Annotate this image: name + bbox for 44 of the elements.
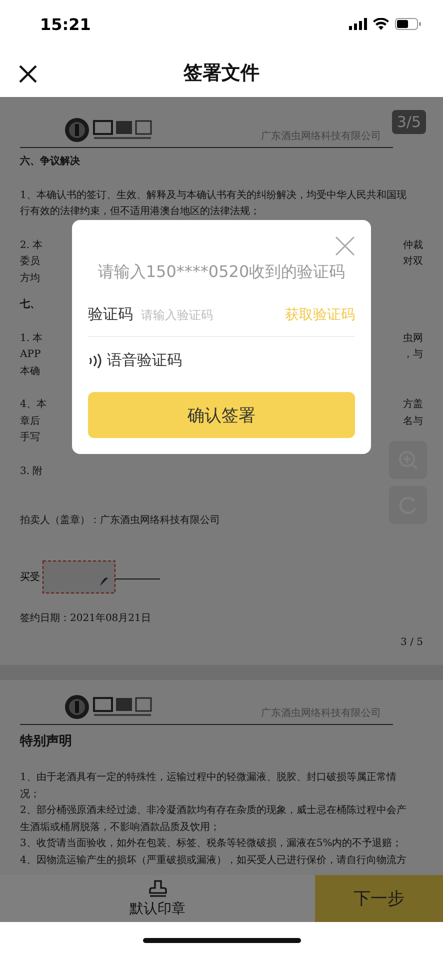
page-title: 签署文件 — [184, 60, 260, 86]
document-text: 章后 — [20, 414, 40, 428]
document-text: 虫网 — [403, 332, 423, 346]
stamp-icon — [148, 879, 168, 899]
document-text: 3. 附 — [20, 464, 43, 478]
document-text: 2、部分桶强原酒未经过滤、非冷凝酒款均有存在杂质的现象，威士忌在桶陈过程中会产 — [20, 804, 406, 818]
document-text: 方盖 — [403, 398, 423, 412]
document-text: 1、本确认书的签订、生效、解释及与本确认书有关的纠纷解决，均受中华人民共和国现 — [20, 188, 406, 202]
document-text: 3、收货请当面验收，如外在包装、标签、税条等轻微破损，漏液在5%内的不予退赔； — [20, 836, 402, 851]
confirm-sign-button[interactable]: 确认签署 — [88, 392, 355, 438]
signal-icon — [349, 18, 367, 30]
document-text: 方均 — [20, 272, 40, 286]
sound-icon — [88, 352, 102, 368]
document-text: APP — [20, 348, 41, 362]
battery-icon — [395, 18, 421, 30]
wifi-icon — [373, 18, 389, 30]
document-text: 委员 — [20, 254, 40, 269]
document-text: 对双 — [403, 254, 423, 269]
voice-code-button[interactable]: 语音验证码 — [88, 351, 182, 370]
document-text: 手写 — [20, 430, 40, 445]
document-text: 名与 — [403, 414, 423, 428]
document-text: 2. 本 — [20, 238, 43, 252]
section-heading: 七、 — [20, 298, 40, 312]
document-text: 生酒垢或桶屑脱落，不影响酒款品质及饮用； — [20, 820, 220, 834]
section-heading: 特别声明 — [20, 733, 72, 751]
document-text: 本确 — [20, 364, 40, 378]
document-text: 4、本 — [20, 398, 46, 412]
document-text: 况； — [20, 788, 40, 802]
next-step-button[interactable]: 下一步 — [315, 875, 443, 922]
status-time: 15:21 — [40, 14, 91, 34]
field-label: 验证码 — [88, 305, 133, 324]
document-text: ，与 — [403, 348, 423, 362]
document-text: 4、因物流运输产生的损坏（严重破损或漏液），如买受人已进行保价，请自行向物流方 — [20, 854, 406, 868]
dialog-title: 请输入150****0520收到的验证码 — [96, 262, 346, 283]
document-text: 1、由于老酒具有一定的特殊性，运输过程中的轻微漏液、脱胶、封口破损等属正常情 — [20, 770, 396, 785]
document-text: 拍卖人（盖章）：广东酒虫网络科技有限公司 — [20, 514, 220, 528]
document-text: 行有效的法律约束，但不适用港澳台地区的法律法规； — [20, 204, 260, 219]
page-badge: 3/5 — [392, 110, 426, 134]
document-text: 签约日期：2021年08月21日 — [20, 612, 151, 626]
section-heading: 六、争议解决 — [20, 154, 80, 169]
document-text: 买受 — [20, 570, 40, 584]
document-text: 仲裁 — [403, 238, 423, 252]
document-text: 1. 本 — [20, 332, 43, 346]
page-number: 3 / 5 — [400, 636, 423, 650]
